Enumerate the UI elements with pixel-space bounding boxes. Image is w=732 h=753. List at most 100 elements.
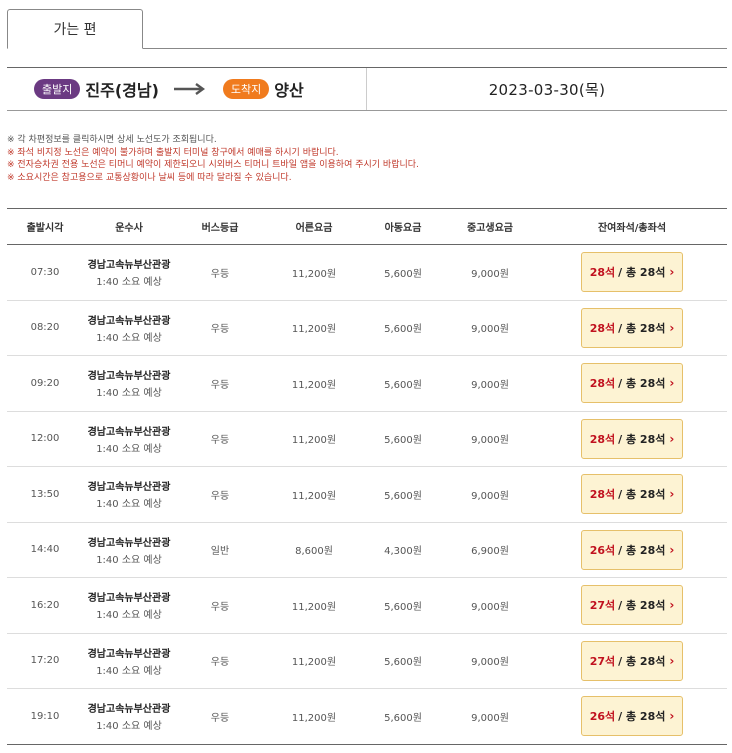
bus-grade: 우등	[175, 688, 265, 745]
arrival-city: 양산	[274, 81, 304, 100]
seats-total: / 총 28석	[618, 599, 666, 613]
seats-cell: 28석 / 총 28석 ›	[537, 355, 727, 412]
seats-remaining: 28석	[589, 321, 616, 335]
seats-cell: 26석 / 총 28석 ›	[537, 688, 727, 745]
seats-cell: 27석 / 총 28석 ›	[537, 577, 727, 634]
select-seat-button[interactable]: 28석 / 총 28석 ›	[581, 474, 683, 515]
seats-total: / 총 28석	[618, 488, 666, 502]
trip-duration: 1:40 소요 예상	[96, 443, 162, 455]
student-fare: 9,000원	[443, 577, 537, 634]
departure-time: 13:50	[7, 466, 83, 523]
bus-grade: 우등	[175, 355, 265, 412]
table-row[interactable]: 13:50 경남고속뉴부산관광 1:40 소요 예상 우등 11,200원 5,600원 9…	[7, 466, 727, 523]
header-bus-grade: 버스등급	[175, 208, 265, 245]
notice-item: ※ 전자승차권 전용 노선은 티머니 예약이 제한되오니 시외버스 티머니 트바…	[7, 160, 419, 170]
company-cell: 경남고속뉴부산관광 1:40 소요 예상	[83, 522, 175, 578]
header-student-fare: 중고생요금	[443, 208, 537, 245]
travel-date: 2023-03-30(목)	[488, 80, 606, 99]
student-fare: 9,000원	[443, 411, 537, 467]
chevron-right-icon: ›	[669, 320, 675, 335]
chevron-right-icon: ›	[669, 431, 675, 446]
trip-duration: 1:40 소요 예상	[96, 277, 162, 289]
select-seat-button[interactable]: 26석 / 총 28석 ›	[581, 696, 683, 737]
select-seat-button[interactable]: 28석 / 총 28석 ›	[581, 363, 683, 404]
company-cell: 경남고속뉴부산관광 1:40 소요 예상	[83, 633, 175, 689]
table-row[interactable]: 09:20 경남고속뉴부산관광 1:40 소요 예상 우등 11,200원 5,600원 9…	[7, 355, 727, 412]
adult-fare: 8,600원	[265, 522, 363, 578]
company-cell: 경남고속뉴부산관광 1:40 소요 예상	[83, 355, 175, 412]
chevron-right-icon: ›	[669, 265, 675, 280]
adult-fare: 11,200원	[265, 411, 363, 467]
select-seat-button[interactable]: 27석 / 총 28석 ›	[581, 640, 683, 681]
table-row[interactable]: 08:20 경남고속뉴부산관광 1:40 소요 예상 우등 11,200원 5,600원 9…	[7, 300, 727, 356]
child-fare: 5,600원	[363, 300, 443, 356]
seats-cell: 27석 / 총 28석 ›	[537, 633, 727, 689]
seats-total: / 총 28석	[618, 377, 666, 391]
table-row[interactable]: 17:20 경남고속뉴부산관광 1:40 소요 예상 우등 11,200원 5,600원 9…	[7, 633, 727, 689]
child-fare: 5,600원	[363, 688, 443, 745]
company-cell: 경남고속뉴부산관광 1:40 소요 예상	[83, 688, 175, 745]
child-fare: 4,300원	[363, 522, 443, 578]
company-name: 경남고속뉴부산관광	[87, 593, 171, 605]
departure-time: 09:20	[7, 355, 83, 412]
company-cell: 경남고속뉴부산관광 1:40 소요 예상	[83, 466, 175, 523]
departure-time: 17:20	[7, 633, 83, 689]
table-row[interactable]: 12:00 경남고속뉴부산관광 1:40 소요 예상 우등 11,200원 5,600원 9…	[7, 411, 727, 467]
company-name: 경남고속뉴부산관광	[87, 537, 171, 549]
seats-total: / 총 28석	[618, 654, 666, 668]
notice-item: ※ 소요시간은 참고용으로 교통상황이나 날씨 등에 따라 달라질 수 있습니다…	[7, 172, 292, 183]
adult-fare: 11,200원	[265, 300, 363, 356]
select-seat-button[interactable]: 28석 / 총 28석 ›	[581, 418, 683, 459]
seats-cell: 28석 / 총 28석 ›	[537, 244, 727, 301]
seats-remaining: 26석	[589, 710, 616, 724]
table-row[interactable]: 19:10 경남고속뉴부산관광 1:40 소요 예상 우등 11,200원 5,600원 9…	[7, 688, 727, 745]
notice-item: ※ 좌석 비지정 노선은 예약이 불가하며 출발지 터미널 창구에서 예매를 하…	[7, 147, 339, 158]
company-cell: 경남고속뉴부산관광 1:40 소요 예상	[83, 244, 175, 301]
adult-fare: 11,200원	[265, 577, 363, 634]
child-fare: 5,600원	[363, 633, 443, 689]
header-company: 운수사	[83, 208, 175, 245]
company-name: 경남고속뉴부산관광	[87, 371, 171, 383]
header-adult-fare: 어른요금	[265, 208, 363, 245]
company-name: 경남고속뉴부산관광	[87, 426, 171, 438]
arrival-badge: 도착지	[222, 79, 270, 99]
student-fare: 9,000원	[443, 466, 537, 523]
table-row[interactable]: 07:30 경남고속뉴부산관광 1:40 소요 예상 우등 11,200원 5,600원 9…	[7, 244, 727, 301]
notice-list: ※ 각 차편정보를 클릭하시면 상세 노선도가 조회됩니다. ※ 좌석 비지정 …	[7, 134, 727, 184]
select-seat-button[interactable]: 26석 / 총 28석 ›	[581, 529, 683, 570]
route-summary: 출발지 진주(경남) 도착지 양산 2023-03-30(목)	[7, 67, 727, 111]
seats-remaining: 28석	[589, 377, 616, 391]
company-name: 경남고속뉴부산관광	[87, 260, 171, 272]
trip-duration: 1:40 소요 예상	[96, 332, 162, 344]
departure-time: 12:00	[7, 411, 83, 467]
select-seat-button[interactable]: 28석 / 총 28석 ›	[581, 252, 683, 293]
header-seats: 잔여좌석/총좌석	[537, 208, 727, 245]
seats-remaining: 28석	[589, 488, 616, 502]
select-seat-button[interactable]: 28석 / 총 28석 ›	[581, 307, 683, 348]
seats-cell: 26석 / 총 28석 ›	[537, 522, 727, 578]
seats-remaining: 28석	[589, 266, 616, 280]
seats-remaining: 26석	[589, 543, 616, 557]
trip-duration: 1:40 소요 예상	[96, 610, 162, 622]
header-departure-time: 출발시각	[7, 208, 83, 245]
adult-fare: 11,200원	[265, 466, 363, 523]
select-seat-button[interactable]: 27석 / 총 28석 ›	[581, 585, 683, 626]
chevron-right-icon: ›	[669, 487, 675, 502]
seats-cell: 28석 / 총 28석 ›	[537, 300, 727, 356]
bus-grade: 우등	[175, 577, 265, 634]
table-row[interactable]: 14:40 경남고속뉴부산관광 1:40 소요 예상 일반 8,600원 4,300원 6,…	[7, 522, 727, 578]
adult-fare: 11,200원	[265, 688, 363, 745]
company-name: 경남고속뉴부산관광	[87, 704, 171, 716]
departure-city: 진주(경남)	[85, 81, 159, 100]
bus-grade: 우등	[175, 244, 265, 301]
tab-outbound[interactable]: 가는 편	[7, 9, 143, 49]
child-fare: 5,600원	[363, 466, 443, 523]
bus-grade: 우등	[175, 633, 265, 689]
table-row[interactable]: 16:20 경남고속뉴부산관광 1:40 소요 예상 우등 11,200원 5,600원 9…	[7, 577, 727, 634]
chevron-right-icon: ›	[669, 709, 675, 724]
company-cell: 경남고속뉴부산관광 1:40 소요 예상	[83, 300, 175, 356]
student-fare: 6,900원	[443, 522, 537, 578]
departure-badge: 출발지	[34, 79, 81, 99]
adult-fare: 11,200원	[265, 244, 363, 301]
chevron-right-icon: ›	[669, 598, 675, 613]
